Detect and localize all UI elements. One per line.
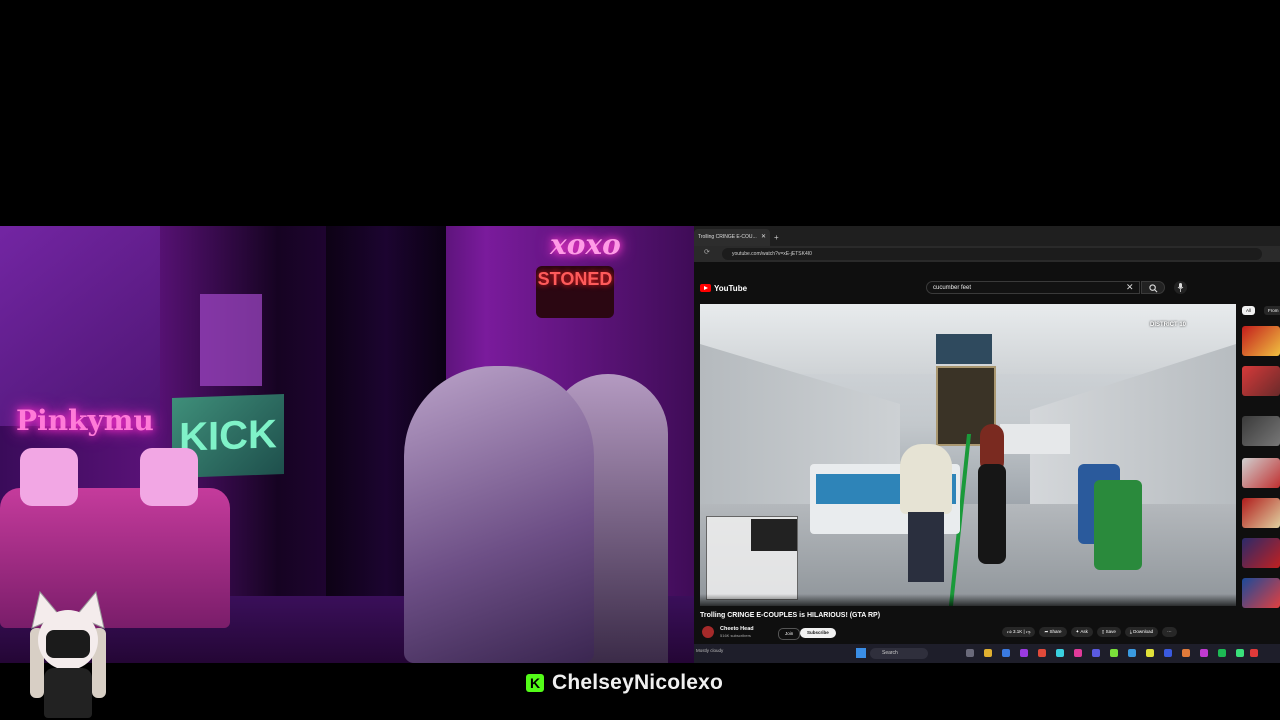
edge-icon[interactable] bbox=[1002, 649, 1010, 657]
channel-name[interactable]: Cheeto Head bbox=[720, 626, 754, 632]
overlay-dark-box bbox=[751, 519, 797, 551]
related-video-thumbnail[interactable] bbox=[1242, 416, 1280, 446]
search-icon bbox=[1149, 284, 1158, 293]
chip-from[interactable]: From bbox=[1264, 306, 1280, 315]
app-icon[interactable] bbox=[1250, 649, 1258, 657]
ask-label: Ask bbox=[1080, 629, 1088, 634]
share-label: Share bbox=[1049, 629, 1062, 634]
app-icon[interactable] bbox=[1164, 649, 1172, 657]
subscribe-button[interactable]: Subscribe bbox=[800, 628, 836, 638]
taskbar-search[interactable]: Search bbox=[870, 648, 928, 659]
character-outfit bbox=[978, 464, 1006, 564]
search-input[interactable]: cucumber feet bbox=[926, 281, 1140, 294]
windows-start-icon[interactable] bbox=[856, 648, 866, 658]
download-button[interactable]: ⤓ Download bbox=[1124, 627, 1159, 637]
clear-search-icon[interactable]: ✕ bbox=[1126, 281, 1134, 294]
scene-bin-green bbox=[1094, 480, 1142, 570]
kick-logo-icon: K bbox=[526, 674, 544, 692]
app-icon[interactable] bbox=[1182, 649, 1190, 657]
channel-subscribers: 516K subscribers bbox=[720, 633, 751, 638]
video-title: Trolling CRINGE E-COUPLES is HILARIOUS! … bbox=[700, 612, 881, 619]
url-field[interactable]: youtube.com/watch?v=xE-jETSK4I0 bbox=[722, 248, 1262, 260]
reload-icon[interactable]: ⟳ bbox=[704, 248, 710, 256]
windows-taskbar: Mostly cloudy Search bbox=[694, 644, 1280, 663]
more-options-icon[interactable]: ⋯ bbox=[1162, 627, 1177, 637]
channel-avatar[interactable] bbox=[702, 626, 714, 638]
streamer-name-label: K ChelseyNicolexo bbox=[526, 671, 724, 694]
app-icon[interactable] bbox=[1110, 649, 1118, 657]
neon-sign-xoxo: xoxo bbox=[550, 228, 621, 261]
scene-character-woman bbox=[974, 424, 1010, 574]
scene-character-man bbox=[900, 444, 952, 584]
character-hoodie bbox=[900, 444, 952, 514]
new-tab-icon[interactable]: + bbox=[774, 229, 779, 246]
app-icon[interactable] bbox=[1200, 649, 1208, 657]
neon-sign-stoned: STONED bbox=[536, 266, 614, 318]
video-actions: 👍︎ 3.1K | 👎︎ ➦ Share ✦ Ask ▯ Save ⤓ Down… bbox=[1002, 627, 1177, 637]
streamer-body bbox=[404, 366, 594, 663]
wall-poster bbox=[200, 294, 262, 386]
video-player[interactable]: DISTRICT 10 bbox=[700, 304, 1236, 606]
scene-hospital-sign bbox=[936, 334, 992, 364]
related-video-thumbnail[interactable] bbox=[1242, 498, 1280, 528]
tab-bar: Trolling CRINGE E-COU... ✕ + bbox=[694, 226, 1280, 246]
download-label: Download bbox=[1133, 629, 1154, 634]
like-count: 3.1K bbox=[1012, 629, 1023, 634]
share-button[interactable]: ➦ Share bbox=[1039, 627, 1067, 637]
related-video-thumbnail[interactable] bbox=[1242, 326, 1280, 356]
weather-widget[interactable]: Mostly cloudy bbox=[696, 648, 723, 653]
character-legs bbox=[908, 512, 944, 582]
sofa-pillow bbox=[20, 448, 78, 506]
scene-chairs bbox=[1000, 424, 1070, 454]
join-button[interactable]: Join bbox=[778, 628, 801, 640]
sofa-pillow bbox=[140, 448, 198, 506]
address-bar: ⟳ youtube.com/watch?v=xE-jETSK4I0 bbox=[694, 246, 1280, 262]
app-icon[interactable] bbox=[1236, 649, 1244, 657]
game-hud-district: DISTRICT 10 bbox=[1150, 322, 1187, 328]
app-icon[interactable] bbox=[1146, 649, 1154, 657]
save-button[interactable]: ▯ Save bbox=[1096, 627, 1121, 637]
app-icon[interactable] bbox=[1056, 649, 1064, 657]
youtube-logo[interactable]: YouTube bbox=[700, 282, 747, 294]
streamer-username: ChelseyNicolexo bbox=[552, 671, 724, 694]
chrome-icon[interactable] bbox=[1038, 649, 1046, 657]
youtube-logo-text: YouTube bbox=[714, 283, 748, 293]
related-video-thumbnail[interactable] bbox=[1242, 538, 1280, 568]
tab-title: Trolling CRINGE E-COU... bbox=[698, 234, 757, 240]
wall-art bbox=[0, 226, 160, 426]
avatar-body bbox=[44, 668, 92, 718]
avatar-mask bbox=[46, 630, 90, 658]
thumbs-down-icon[interactable]: | 👎︎ bbox=[1023, 629, 1030, 634]
search-button[interactable] bbox=[1141, 281, 1165, 294]
related-video-thumbnail[interactable] bbox=[1242, 458, 1280, 488]
related-video-thumbnail[interactable] bbox=[1242, 366, 1280, 396]
player-controls[interactable] bbox=[700, 594, 1236, 606]
neon-sign-pinkymu: Pinkymu bbox=[16, 404, 154, 437]
app-icon[interactable] bbox=[1020, 649, 1028, 657]
streamer-avatar-overlay bbox=[20, 588, 116, 718]
ask-button[interactable]: ✦ Ask bbox=[1070, 627, 1093, 637]
youtube-play-icon bbox=[700, 284, 711, 292]
app-icon[interactable] bbox=[1074, 649, 1082, 657]
chip-all[interactable]: All bbox=[1242, 306, 1256, 315]
close-tab-icon[interactable]: ✕ bbox=[761, 229, 766, 246]
game-overlay-panel bbox=[706, 516, 798, 600]
related-video-thumbnail[interactable] bbox=[1242, 578, 1280, 608]
task-view-icon[interactable] bbox=[966, 649, 974, 657]
app-icon[interactable] bbox=[1128, 649, 1136, 657]
microphone-icon bbox=[1177, 283, 1184, 292]
browser-tab[interactable]: Trolling CRINGE E-COU... ✕ bbox=[694, 229, 770, 246]
file-explorer-icon[interactable] bbox=[984, 649, 992, 657]
spotify-icon[interactable] bbox=[1218, 649, 1226, 657]
discord-icon[interactable] bbox=[1092, 649, 1100, 657]
like-button[interactable]: 👍︎ 3.1K | 👎︎ bbox=[1002, 627, 1036, 637]
voice-search-button[interactable] bbox=[1174, 281, 1187, 294]
save-label: Save bbox=[1105, 629, 1116, 634]
browser-window: Trolling CRINGE E-COU... ✕ + ⟳ youtube.c… bbox=[694, 226, 1280, 663]
